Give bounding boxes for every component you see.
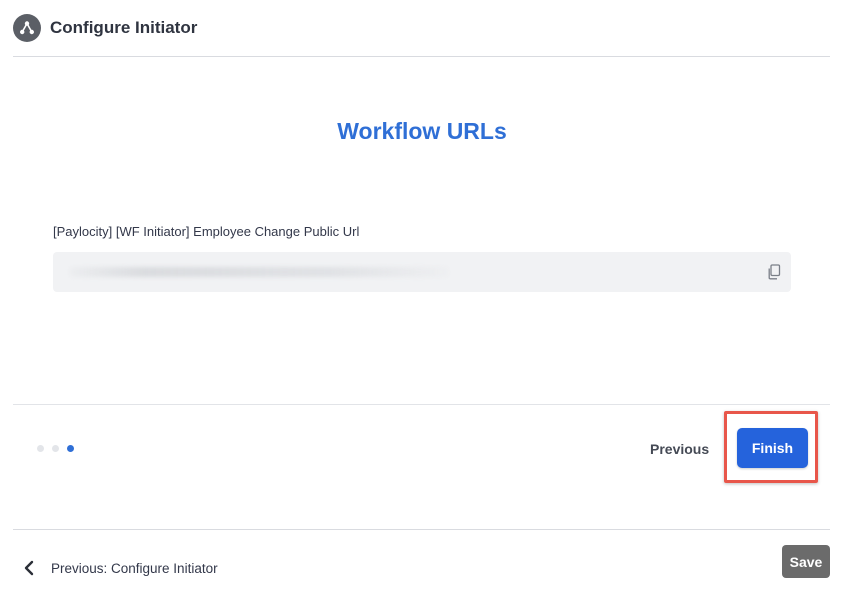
step-divider <box>13 404 830 405</box>
workflow-icon <box>13 14 41 42</box>
page-header: Configure Initiator <box>13 0 830 57</box>
step-dot <box>37 445 44 452</box>
step-dot-active <box>67 445 74 452</box>
section-title: Workflow URLs <box>337 118 507 144</box>
previous-button[interactable]: Previous <box>646 438 713 460</box>
finish-button[interactable]: Finish <box>737 428 808 468</box>
configure-initiator-page: Configure Initiator Workflow URLs [Paylo… <box>0 0 844 596</box>
url-field-label: [Paylocity] [WF Initiator] Employee Chan… <box>53 224 360 239</box>
redacted-url-value <box>69 267 449 277</box>
step-indicator <box>37 445 74 452</box>
page-title: Configure Initiator <box>50 18 198 37</box>
back-link[interactable]: Previous: Configure Initiator <box>22 559 218 577</box>
bottom-divider <box>13 529 830 530</box>
chevron-left-icon <box>22 559 36 577</box>
copy-icon[interactable] <box>767 264 781 280</box>
public-url-field[interactable] <box>53 252 791 292</box>
step-dot <box>52 445 59 452</box>
save-button[interactable]: Save <box>782 545 830 578</box>
back-link-label: Previous: Configure Initiator <box>51 560 218 576</box>
